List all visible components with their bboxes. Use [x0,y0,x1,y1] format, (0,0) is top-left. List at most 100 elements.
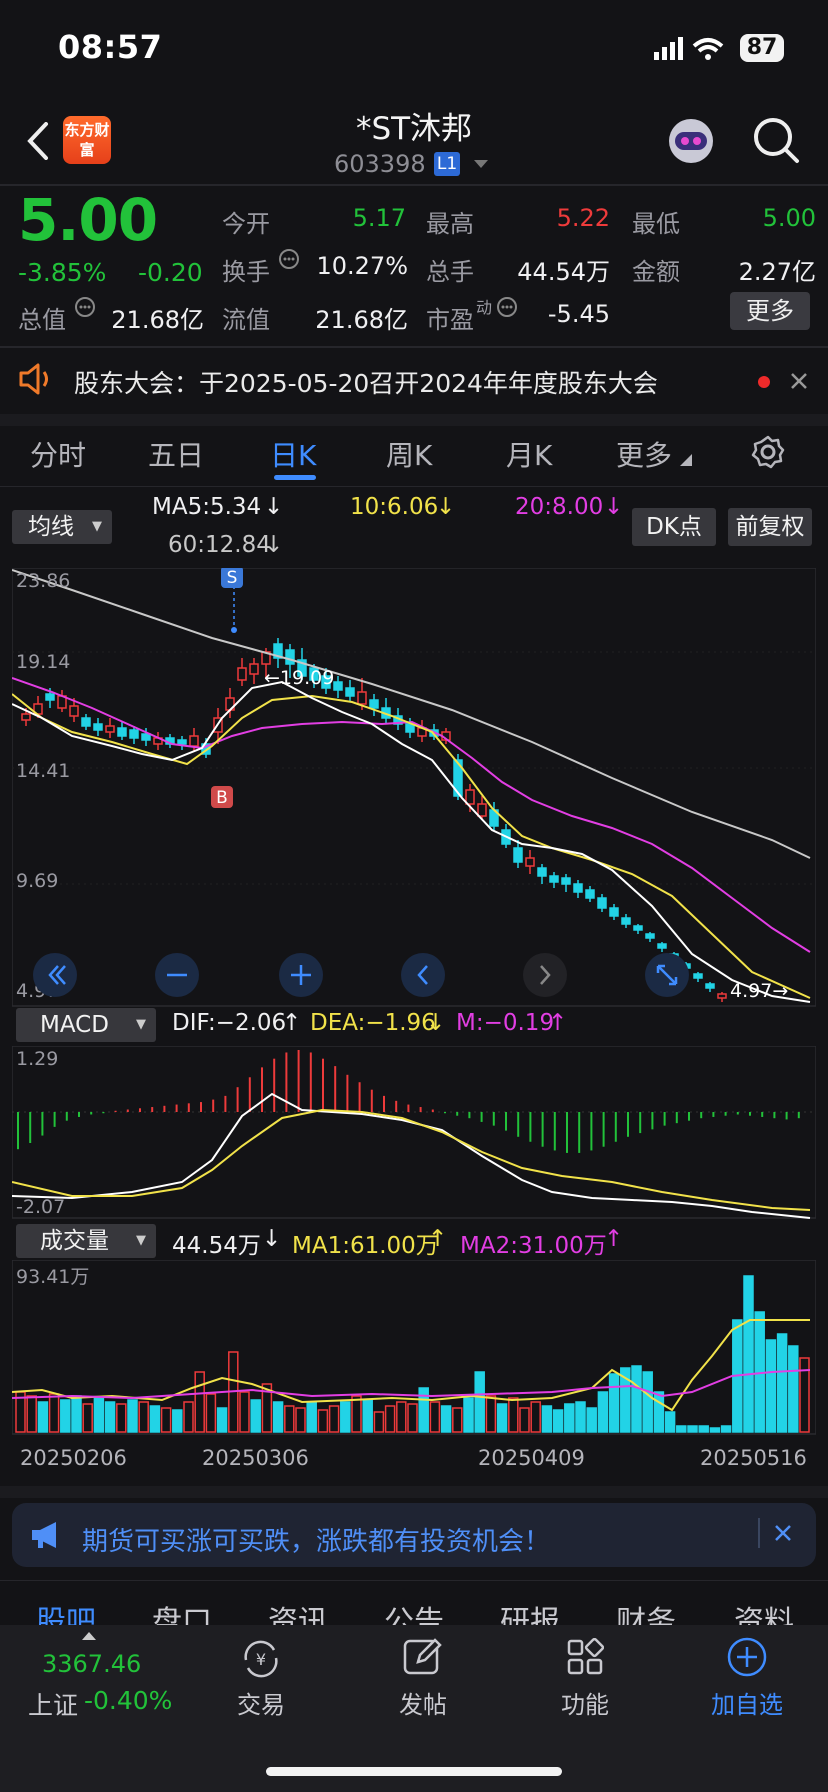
adjust-button[interactable]: 前复权 [728,508,812,546]
volume-bar [597,1391,609,1433]
nav-post[interactable]: 发帖 [368,1685,478,1720]
info-icon[interactable] [278,248,300,270]
level-badge[interactable]: L1 [434,152,460,176]
tab-daily-k[interactable]: 日K [270,434,316,474]
volume-bar [608,1373,620,1433]
gear-icon[interactable] [750,434,786,470]
volume-value: 44.54万 [517,258,610,286]
info-icon[interactable] [74,296,96,318]
volume-chart[interactable] [12,1260,816,1436]
volume-bar [48,1393,60,1433]
tab-monthly-k[interactable]: 月K [506,434,552,474]
high-marker: ←19.09 [264,667,334,689]
price-axis-2: 19.14 [16,651,71,673]
candle-body [69,705,79,717]
nav-functions[interactable]: 功能 [530,1685,640,1720]
indicator-select[interactable]: 均线 ▼ [12,510,112,544]
zoom-out-icon[interactable] [154,952,200,998]
chevron-up-icon[interactable] [82,1630,96,1640]
tab-more[interactable]: 更多 [616,434,672,474]
index-name[interactable]: 上证 [28,1686,78,1722]
more-button[interactable]: 更多 [730,292,810,330]
candle-body [45,693,55,701]
volume-select[interactable]: 成交量 ▼ [16,1224,156,1258]
low-label: 最低 [632,210,680,238]
search-icon[interactable] [752,116,800,164]
ma10-down-arrow: ↓ [436,494,456,520]
close-icon[interactable] [790,372,808,390]
dea-legend: DEA:−1.96 [310,1010,436,1036]
volume-bar [496,1403,508,1433]
trade-icon[interactable]: ¥ [238,1638,284,1680]
kline-chart[interactable]: S B ←19.09 4.97→ [12,568,816,1008]
dif-legend: DIF:−2.06 [172,1010,287,1036]
functions-icon[interactable] [566,1638,604,1676]
volume-bar [586,1407,597,1433]
volume-bar [60,1399,71,1433]
candle-body [129,729,139,739]
notice-text[interactable]: 股东大会：于2025-05-20召开2024年年度股东大会 [74,364,658,400]
volume-bar [776,1333,788,1433]
candle-body [81,717,91,727]
index-value[interactable]: 3367.46 [42,1650,141,1678]
ad-text[interactable]: 期货可买涨可买跌，涨跌都有投资机会！ [82,1521,550,1558]
post-icon[interactable] [402,1636,444,1678]
macd-axis-bottom: -2.07 [16,1196,66,1218]
tab-intraday[interactable]: 分时 [30,434,86,474]
candle-body [249,663,259,675]
macd-select[interactable]: MACD ▼ [16,1008,156,1042]
ma20-line [12,677,811,953]
volume-bar [676,1425,687,1433]
candle-body [657,943,667,949]
amount-label: 金额 [632,258,680,286]
volume-bar [317,1409,329,1433]
volume-bar [552,1409,564,1433]
volume-bar [82,1403,93,1433]
volume-bar [384,1405,396,1433]
ma60-down-arrow: ↓ [264,532,284,558]
volume-bar [687,1425,698,1433]
ma60-legend: 60:12.84 [168,532,271,558]
robot-assistant-icon[interactable] [666,116,716,166]
pe-label: 市盈 [426,306,474,334]
candle-body [537,867,547,877]
close-icon[interactable] [774,1524,792,1542]
price-axis-4: 9.69 [16,870,59,892]
high-label: 最高 [426,210,474,238]
scroll-right-icon[interactable] [522,952,568,998]
candle-body [369,699,379,709]
last-marker-value: 4.97 [730,980,772,1002]
nav-add-watchlist[interactable]: 加自选 [692,1685,802,1720]
scroll-left-icon[interactable] [400,952,446,998]
banner-separator [758,1518,760,1548]
ma60-line [12,569,811,859]
scroll-left-fast-icon[interactable] [32,952,78,998]
macd-axis-top: 1.29 [16,1048,59,1070]
tab-five-day[interactable]: 五日 [148,434,204,474]
candle-body [177,739,187,745]
volume-bar [440,1405,452,1433]
chevron-down-icon[interactable] [474,160,488,170]
candle-body [189,735,199,747]
ma5-down-arrow: ↓ [264,494,284,520]
index-change[interactable]: -0.40% [84,1686,172,1715]
mktcap-label: 总值 [18,306,66,334]
signal-wifi-icons [654,37,724,60]
open-value: 5.17 [352,204,406,232]
volume-bar [306,1401,317,1433]
add-watchlist-icon[interactable] [726,1636,768,1678]
macd-chart[interactable] [12,1046,816,1220]
candle-body [633,925,643,931]
info-icon[interactable] [496,296,518,318]
candle-body [549,875,559,883]
tab-weekly-k[interactable]: 周K [386,434,432,474]
zoom-in-icon[interactable] [278,952,324,998]
announcement-icon [19,363,48,395]
dk-point-button[interactable]: DK点 [632,508,716,546]
volume-bar [788,1345,799,1433]
dropdown-corner-icon [680,454,692,466]
volume-bar [508,1397,519,1433]
nav-trade[interactable]: 交易 [206,1685,316,1720]
ma20-legend: 20:8.00 [515,494,604,520]
expand-icon[interactable] [644,952,690,998]
